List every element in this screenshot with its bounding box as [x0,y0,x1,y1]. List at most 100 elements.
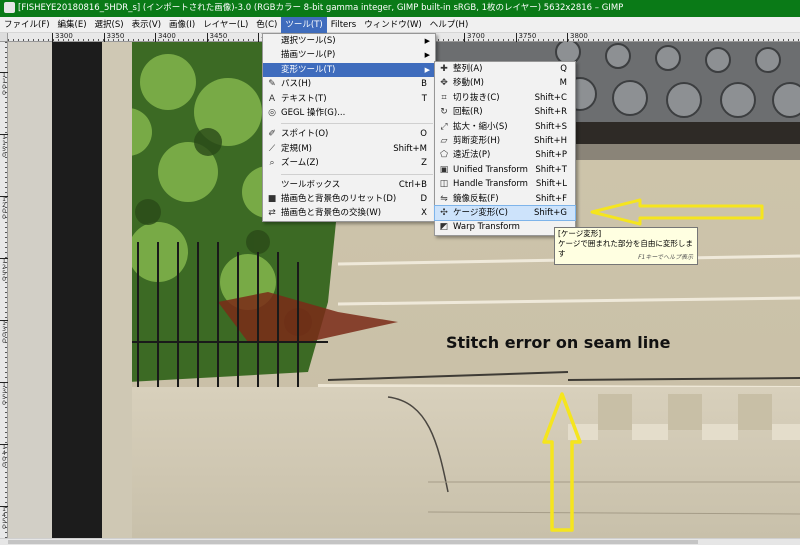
menu-item-label: Unified Transform [453,164,528,175]
menubar-item-1[interactable]: 編集(E) [54,17,91,33]
menu-item-label: 切り抜き(C) [453,92,500,103]
menu-item-label: 移動(M) [453,78,484,89]
annotation-text: Stitch error on seam line [446,333,671,352]
shear-icon: ▱ [440,135,448,146]
menu-item-label: 鏡像反転(F) [453,193,499,204]
menu-item-shortcut: Q [560,64,567,74]
flip-icon: ⇋ [440,193,448,204]
ruler-tick: 3300 [52,33,73,42]
menubar-item-9[interactable]: ウィンドウ(W) [360,17,426,33]
submenu-arrow-icon: ▶ [424,37,430,45]
menu-item-6[interactable]: ⬠ 遠近法(P) Shift+P [435,148,575,162]
menu-item-label: 描画色と背景色の交換(W) [281,208,382,219]
submenu-arrow-icon: ▶ [424,65,430,74]
menu-item-label: Handle Transform [453,179,528,190]
menu-item-shortcut: Shift+M [393,143,427,154]
ruler-tick: 1 3 0 0 [0,320,8,345]
menu-item-label: 変形ツール(T) [281,64,336,75]
menubar-item-5[interactable]: レイヤー(L) [199,17,252,33]
menu-item-label: Warp Transform [453,222,520,233]
menu-item-label: 拡大・縮小(S) [453,121,508,132]
color-picker-icon: ✐ [268,129,276,140]
menu-item-label: ケージ変形(C) [453,207,508,218]
submenu-arrow-icon: ▶ [424,51,430,60]
menu-item-2[interactable]: 変形ツール(T) ▶ [263,62,435,78]
menu-item-label: 整列(A) [453,64,483,74]
menu-item-shortcut: Shift+T [535,164,567,175]
menu-item-10[interactable]: ✣ ケージ変形(C) Shift+G [434,204,576,222]
rotate-icon: ↻ [440,107,448,118]
swap-colors-icon: ⇄ [268,208,276,219]
menubar-item-8[interactable]: Filters [327,17,360,33]
ruler-tick: 1 1 0 0 [0,72,8,97]
menu-item-shortcut: D [420,193,427,204]
menu-item-handle-transform[interactable]: ◫ Handle Transform Shift+L [435,177,575,191]
menubar-item-6[interactable]: 色(C) [252,17,281,33]
zoom-icon: ⌕ [269,158,275,169]
measure-icon: ⟋ [268,143,276,154]
scrollbar-thumb[interactable] [8,540,698,544]
menu-item-shortcut: Shift+F [535,193,567,204]
ruler-tick: 3700 [464,33,485,42]
menu-item-shortcut: B [421,79,427,90]
menubar-item-7[interactable]: ツール(T) [281,16,327,33]
ruler-tick: 1 3 5 0 [0,382,8,407]
menu-item-8[interactable]: ⟋ 定規(M) Shift+M [263,142,435,156]
menubar-item-3[interactable]: 表示(V) [128,17,165,33]
menu-item-shortcut: T [421,93,427,104]
menu-item-label: ズーム(Z) [281,158,319,169]
menu-item-shortcut: Shift+G [533,207,567,218]
menu-item-3[interactable]: ✎ パス(H) B [263,77,435,91]
menu-item-label: 選択ツール(S) [281,36,336,46]
menu-item-label: 定規(M) [281,143,312,154]
menubar-item-10[interactable]: ヘルプ(H) [426,17,473,33]
menu-item-label: スポイト(O) [281,129,329,140]
horizontal-scrollbar[interactable] [0,538,800,545]
ruler-tick: 3750 [515,33,536,42]
menu-item-label: 遠近法(P) [453,150,491,161]
menu-item-11[interactable]: ツールボックス Ctrl+B [263,178,435,192]
ruler-tick: 1 4 5 0 [0,506,8,531]
reset-colors-icon: ■ [267,193,277,204]
menu-item-1[interactable]: ✥ 移動(M) M [435,76,575,90]
vertical-ruler[interactable]: 1 1 0 0 1 1 5 0 1 2 0 0 1 2 5 0 1 3 0 0 1 3 5… [0,42,8,538]
move-icon: ✥ [440,78,448,89]
crop-icon: ⌗ [441,92,447,103]
ruler-tick: 3350 [103,33,124,42]
menu-item-7[interactable]: ✐ スポイト(O) O [263,127,435,141]
menu-item-1[interactable]: 描画ツール(P) ▶ [263,48,435,62]
tooltip-help-hint: F1キーでヘルプ表示 [638,254,693,261]
menu-item-0[interactable]: 選択ツール(S) ▶ [263,34,435,48]
menu-item-gegl[interactable]: ◎ GEGL 操作(G)... [263,106,435,120]
menu-item-shortcut: Shift+P [535,150,567,161]
menubar-item-2[interactable]: 選択(S) [91,17,128,33]
warp-transform-icon: ◩ [439,222,449,233]
ruler-corner[interactable] [0,33,8,42]
menu-item-label: パス(H) [281,79,312,90]
handle-transform-icon: ◫ [439,179,449,190]
menubar-item-4[interactable]: 画像(I) [165,17,199,33]
menu-item-shortcut: M [559,78,567,89]
menu-item-5[interactable]: ▱ 剪断変形(H) Shift+H [435,134,575,148]
cage-transform-icon: ✣ [440,207,448,218]
menu-item-9[interactable]: ⇋ 鏡像反転(F) Shift+F [435,192,575,206]
menu-item-4[interactable]: ⤢ 拡大・縮小(S) Shift+S [435,120,575,134]
menu-item-shortcut: Shift+L [535,179,567,190]
menu-item-label: ツールボックス [281,179,341,190]
menu-item-shortcut: Ctrl+B [398,179,427,190]
menu-item-12[interactable]: ■ 描画色と背景色のリセット(D) D [263,192,435,206]
menu-item-shortcut: Z [421,158,427,169]
ruler-tick: 1 4 0 0 [0,444,8,469]
menu-item-13[interactable]: ⇄ 描画色と背景色の交換(W) X [263,206,435,220]
tooltip: [ケージ変形] ケージで囲まれた部分を自由に変形します F1キーでヘルプ表示 [554,227,698,265]
gimp-app-icon [4,2,15,13]
menu-item-0[interactable]: ✚ 整列(A) Q [435,62,575,76]
perspective-icon: ⬠ [440,150,448,161]
menu-item-2[interactable]: ⌗ 切り抜き(C) Shift+C [435,91,575,105]
menu-item-9[interactable]: ⌕ ズーム(Z) Z [263,156,435,170]
menu-item-4[interactable]: A テキスト(T) T [263,92,435,106]
menubar-item-0[interactable]: ファイル(F) [0,17,54,33]
menu-bar: ファイル(F) 編集(E) 選択(S) 表示(V) 画像(I) レイヤー(L) 色(C) ツー… [0,16,800,33]
menu-item-unified-transform[interactable]: ▣ Unified Transform Shift+T [435,163,575,177]
menu-item-3[interactable]: ↻ 回転(R) Shift+R [435,105,575,119]
